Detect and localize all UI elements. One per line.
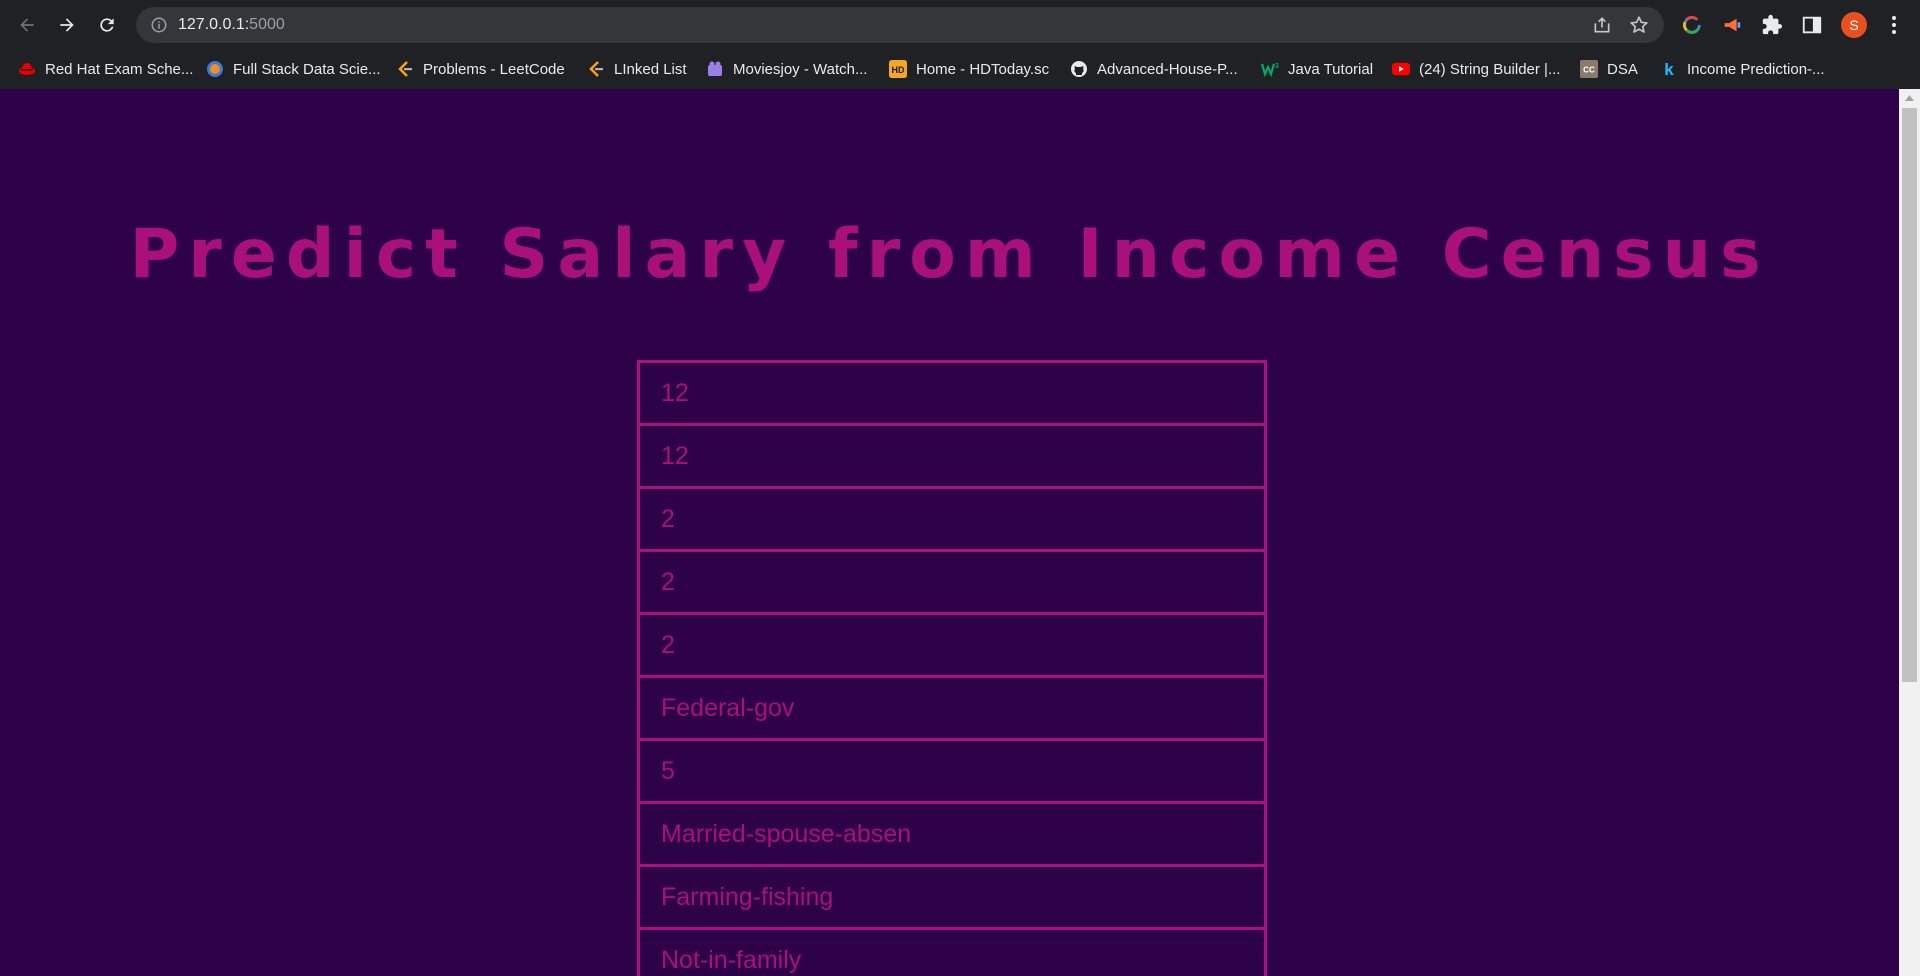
bookmark-java-tutorial[interactable]: 3 Java Tutorial	[1261, 55, 1373, 83]
redhat-icon	[18, 60, 36, 78]
scrollbar-thumb[interactable]	[1902, 108, 1917, 682]
bookmark-label: DSA	[1607, 60, 1638, 78]
github-icon	[1070, 60, 1088, 78]
reload-icon	[100, 18, 114, 32]
occupation-field[interactable]: Farming-fishing	[637, 864, 1267, 930]
bookmark-linked-list[interactable]: LInked List	[587, 55, 687, 83]
prediction-form: 12 12 2 2 2 Federal-gov 5 Married-spouse…	[637, 360, 1267, 976]
side-panel-icon	[1802, 16, 1822, 34]
input-field-2[interactable]: 12	[637, 423, 1267, 489]
address-bar[interactable]: 127.0.0.1:5000	[136, 7, 1664, 43]
browser-chrome: 127.0.0.1:5000 S Red Hat Exam Sche... Fu…	[0, 0, 1920, 89]
megaphone-extension-icon	[1724, 18, 1741, 32]
forward-button[interactable]	[51, 9, 83, 41]
leetcode-icon	[587, 60, 605, 78]
globe-icon	[206, 60, 224, 78]
url-port: 5000	[249, 16, 285, 33]
page-title: Predict Salary from Income Census	[129, 215, 1770, 294]
bookmark-label: LInked List	[614, 60, 687, 78]
extensions-button[interactable]	[1760, 13, 1784, 37]
leetcode-icon	[396, 60, 414, 78]
bookmark-data-science[interactable]: Full Stack Data Scie...	[206, 55, 381, 83]
svg-text:HD: HD	[892, 65, 905, 75]
bookmark-label: Home - HDToday.sc	[916, 60, 1050, 78]
bookmark-label: (24) String Builder |...	[1419, 60, 1561, 78]
bookmark-leetcode[interactable]: Problems - LeetCode	[396, 55, 565, 83]
bookmark-redhat[interactable]: Red Hat Exam Sche...	[18, 55, 193, 83]
svg-text:CC: CC	[1583, 66, 1595, 75]
extension-button[interactable]	[1680, 13, 1704, 37]
input-field-5[interactable]: 2	[637, 612, 1267, 678]
bookmark-youtube[interactable]: (24) String Builder |...	[1392, 55, 1560, 83]
marital-status-field[interactable]: Married-spouse-absen	[637, 801, 1267, 867]
bookmark-label: Red Hat Exam Sche...	[45, 60, 194, 78]
profile-avatar[interactable]: S	[1841, 12, 1867, 38]
bookmark-label: Java Tutorial	[1288, 60, 1374, 78]
bookmark-income-prediction[interactable]: k Income Prediction-...	[1660, 55, 1825, 83]
extension-button[interactable]	[1720, 13, 1744, 37]
kaggle-icon: k	[1660, 60, 1678, 78]
cc-icon: CC	[1580, 60, 1598, 78]
scroll-up-arrow[interactable]	[1899, 89, 1920, 106]
arrow-left-icon	[20, 18, 34, 32]
w3-icon: 3	[1261, 60, 1279, 78]
arrow-right-icon	[60, 18, 74, 32]
url-text[interactable]: 127.0.0.1:5000	[178, 16, 285, 34]
browser-menu-button[interactable]	[1882, 12, 1906, 38]
bookmark-github[interactable]: Advanced-House-P...	[1070, 55, 1238, 83]
bookmark-label: Problems - LeetCode	[423, 60, 565, 78]
bookmark-hdtoday[interactable]: HD Home - HDToday.sc	[889, 55, 1049, 83]
bookmark-moviesjoy[interactable]: Moviesjoy - Watch...	[706, 55, 867, 83]
bookmarks-bar: Red Hat Exam Sche... Full Stack Data Sci…	[0, 50, 1920, 89]
bookmark-label: Income Prediction-...	[1687, 60, 1825, 78]
side-panel-button[interactable]	[1800, 13, 1824, 37]
moviesjoy-icon	[706, 60, 724, 78]
input-field-7[interactable]: 5	[637, 738, 1267, 804]
reload-button[interactable]	[91, 9, 123, 41]
svg-text:k: k	[1664, 60, 1674, 78]
bookmark-label: Full Stack Data Scie...	[233, 60, 381, 78]
bookmark-label: Advanced-House-P...	[1097, 60, 1238, 78]
vertical-scrollbar[interactable]	[1899, 89, 1920, 976]
browser-toolbar: 127.0.0.1:5000 S	[0, 0, 1920, 50]
youtube-icon	[1392, 60, 1410, 78]
hd-icon: HD	[889, 60, 907, 78]
share-icon[interactable]	[1592, 15, 1612, 35]
input-field-3[interactable]: 2	[637, 486, 1267, 552]
chrome-extension-icon	[1682, 15, 1701, 34]
puzzle-icon	[1762, 14, 1783, 35]
kebab-menu-icon	[1892, 16, 1896, 34]
info-icon[interactable]	[150, 16, 168, 34]
input-field-4[interactable]: 2	[637, 549, 1267, 615]
url-host: 127.0.0.1:	[178, 16, 250, 33]
star-icon[interactable]	[1628, 14, 1650, 36]
workclass-field[interactable]: Federal-gov	[637, 675, 1267, 741]
bookmark-dsa[interactable]: CC DSA	[1580, 55, 1638, 83]
triangle-up-icon	[1905, 94, 1914, 101]
relationship-field[interactable]: Not-in-family	[637, 927, 1267, 976]
page-viewport: Predict Salary from Income Census 12 12 …	[0, 89, 1899, 976]
input-field-1[interactable]: 12	[637, 360, 1267, 426]
svg-text:3: 3	[1275, 63, 1279, 70]
back-button[interactable]	[11, 9, 43, 41]
bookmark-label: Moviesjoy - Watch...	[733, 60, 868, 78]
